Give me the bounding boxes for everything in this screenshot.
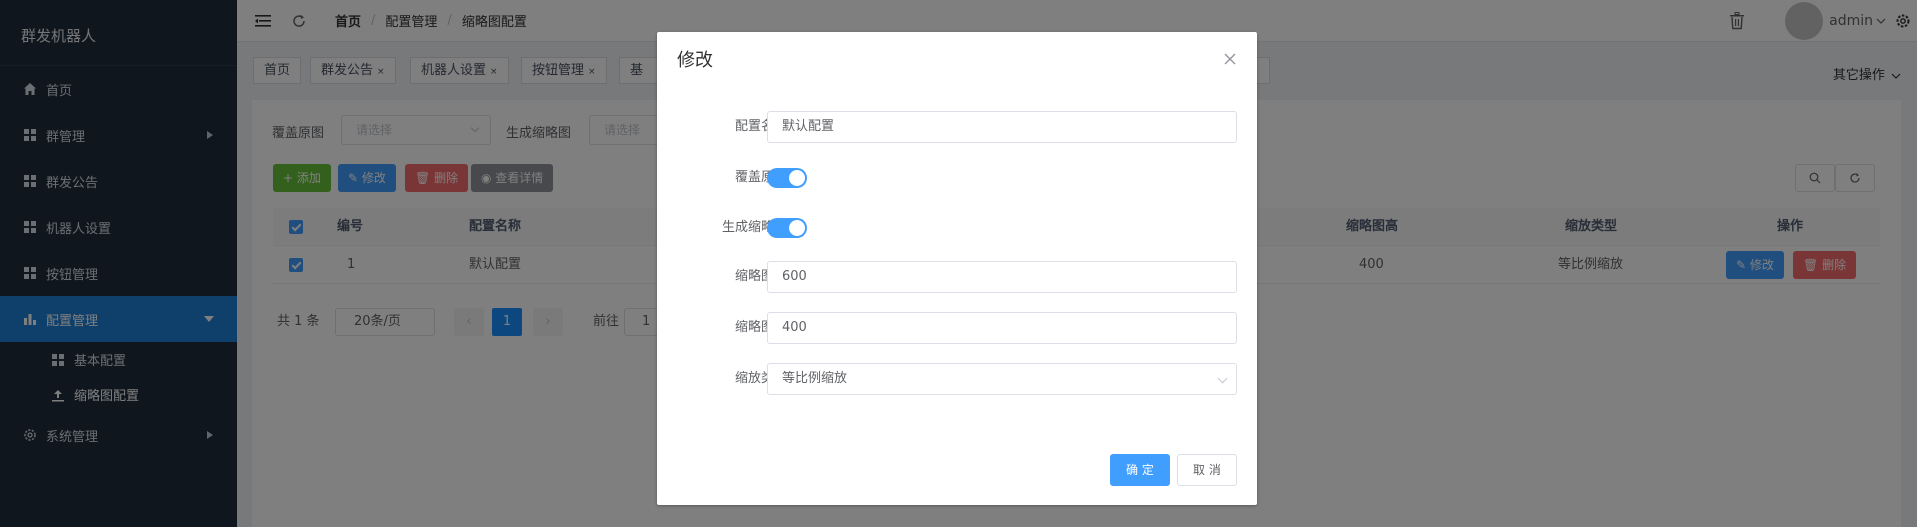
cover-switch[interactable] — [767, 168, 807, 188]
dialog-title: 修改 — [677, 50, 713, 71]
form-row-width: 缩略图宽 600 — [657, 261, 1257, 293]
type-select[interactable]: 等比例缩放 — [767, 363, 1237, 395]
form-row-name: 配置名称 默认配置 — [657, 111, 1257, 143]
cancel-button[interactable]: 取 消 — [1177, 454, 1237, 486]
edit-dialog: 修改 配置名称 默认配置 覆盖原图 生成缩略图 缩略图宽 600 缩略图高 40… — [657, 32, 1257, 505]
height-field-value: 400 — [782, 320, 807, 335]
form-row-thumb: 生成缩略图 — [657, 212, 1257, 244]
form-row-cover: 覆盖原图 — [657, 162, 1257, 194]
width-field-value: 600 — [782, 269, 807, 284]
name-field[interactable]: 默认配置 — [767, 111, 1237, 143]
form-row-height: 缩略图高 400 — [657, 312, 1257, 344]
thumb-switch[interactable] — [767, 218, 807, 238]
height-field[interactable]: 400 — [767, 312, 1237, 344]
type-select-value: 等比例缩放 — [782, 371, 848, 386]
chevron-down-icon — [1217, 373, 1228, 384]
confirm-button[interactable]: 确 定 — [1110, 454, 1170, 486]
width-field[interactable]: 600 — [767, 261, 1237, 293]
form-row-type: 缩放类型 等比例缩放 — [657, 363, 1257, 395]
name-field-value: 默认配置 — [782, 119, 835, 134]
close-icon[interactable] — [1223, 52, 1237, 66]
